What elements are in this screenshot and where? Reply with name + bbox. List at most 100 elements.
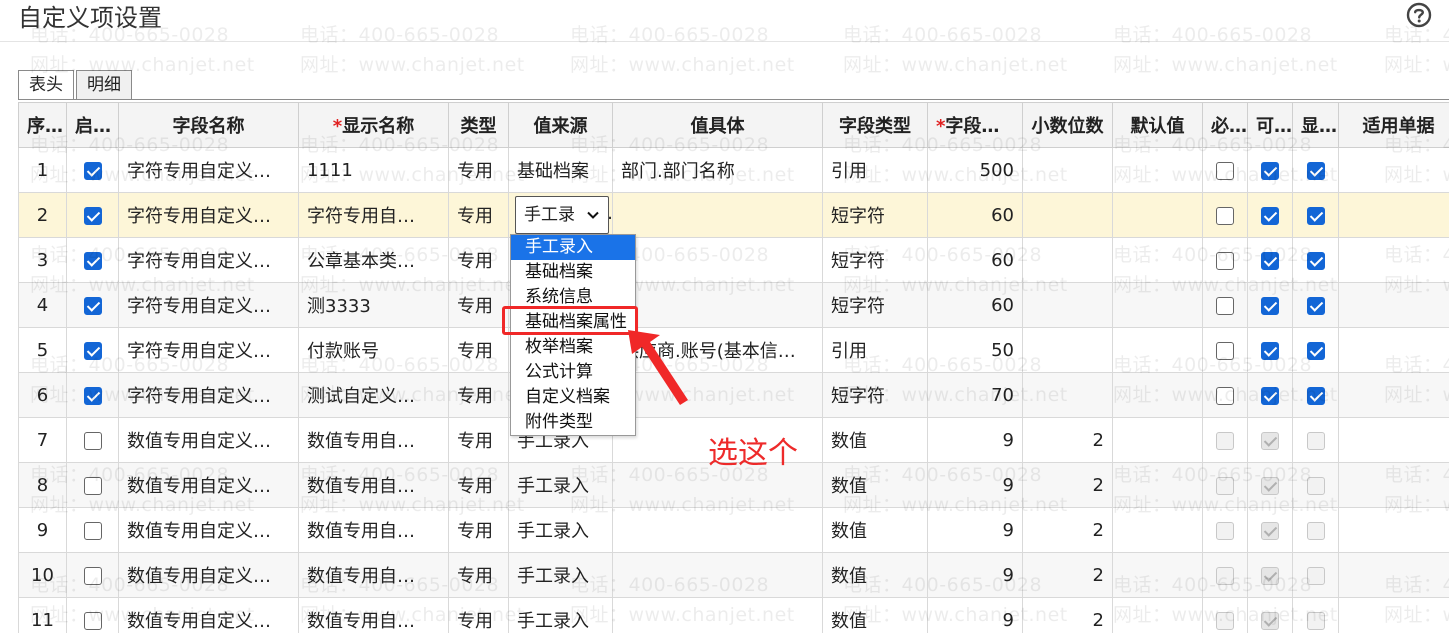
enabled-checkbox[interactable]: [83, 566, 102, 585]
cell-display-name[interactable]: 公章基本类…: [298, 237, 449, 283]
cell-length[interactable]: 60: [927, 282, 1023, 328]
cell-type[interactable]: 专用: [448, 417, 509, 463]
table-row[interactable]: 5 字符专用自定义… 付款账号 专用 供应商.账号(基本信… 引用 50: [18, 327, 1449, 373]
table-row[interactable]: 1 字符专用自定义… 1111 专用 基础档案 部门.部门名称 引用 500: [18, 147, 1449, 193]
visible-checkbox[interactable]: [1306, 296, 1325, 315]
cell-display-name[interactable]: 测试自定义…: [298, 372, 449, 418]
cell-idx[interactable]: 8: [18, 462, 67, 508]
enabled-checkbox[interactable]: [83, 161, 102, 180]
table-row[interactable]: 4 字符专用自定义… 测3333 专用 短字符 60: [18, 282, 1449, 328]
dropdown-option[interactable]: 自定义档案: [511, 385, 635, 410]
table-row[interactable]: 9 数值专用自定义… 数值专用自… 专用 手工录入 数值 9 2: [18, 507, 1449, 553]
cell-value-source[interactable]: 手工录入: [508, 597, 613, 633]
cell-display-name[interactable]: 测3333: [298, 282, 449, 328]
cell-default[interactable]: [1112, 327, 1203, 373]
visible-checkbox[interactable]: [1306, 161, 1325, 180]
cell-type[interactable]: 专用: [448, 597, 509, 633]
column-header-decimals[interactable]: 小数位数: [1022, 102, 1113, 148]
cell-value-detail[interactable]: [612, 372, 823, 418]
tab-header[interactable]: 表头: [18, 70, 74, 100]
cell-value-detail[interactable]: [612, 597, 823, 633]
enabled-checkbox[interactable]: [83, 431, 102, 450]
cell-display-name[interactable]: 数值专用自…: [298, 462, 449, 508]
cell-field-type[interactable]: 短字符: [822, 192, 928, 238]
cell-field-name[interactable]: 字符专用自定义…: [118, 147, 299, 193]
mandatory-checkbox[interactable]: [1216, 251, 1234, 270]
value-source-dropdown[interactable]: 手工录入 基础档案 系统信息 基础档案属性 枚举档案 公式计算 自定义档案 附件类型: [510, 234, 636, 436]
cell-value-detail[interactable]: [612, 282, 823, 328]
cell-field-name[interactable]: 数值专用自定义…: [118, 462, 299, 508]
cell-length[interactable]: 60: [927, 192, 1023, 238]
cell-field-name[interactable]: 字符专用自定义…: [118, 282, 299, 328]
cell-display-name[interactable]: 数值专用自…: [298, 552, 449, 598]
cell-field-type[interactable]: 短字符: [822, 372, 928, 418]
cell-field-name[interactable]: 字符专用自定义…: [118, 372, 299, 418]
editable-checkbox[interactable]: [1261, 386, 1279, 405]
table-row[interactable]: 3 字符专用自定义… 公章基本类… 专用 短字符 60: [18, 237, 1449, 283]
cell-length[interactable]: 70: [927, 372, 1023, 418]
cell-doc[interactable]: [1338, 237, 1449, 283]
cell-value-source[interactable]: 手工录入: [508, 552, 613, 598]
column-header-field-type[interactable]: 字段类型: [822, 102, 928, 148]
cell-length[interactable]: 9: [927, 462, 1023, 508]
cell-length[interactable]: 50: [927, 327, 1023, 373]
column-header-value-detail[interactable]: 值具体: [612, 102, 823, 148]
cell-idx[interactable]: 3: [18, 237, 67, 283]
cell-value-detail[interactable]: 部门.部门名称: [612, 147, 823, 193]
table-row[interactable]: 10 数值专用自定义… 数值专用自… 专用 手工录入 数值 9 2: [18, 552, 1449, 598]
cell-doc[interactable]: [1338, 327, 1449, 373]
cell-length[interactable]: 500: [927, 147, 1023, 193]
cell-length[interactable]: 9: [927, 417, 1023, 463]
cell-type[interactable]: 专用: [448, 507, 509, 553]
cell-doc[interactable]: [1338, 507, 1449, 553]
table-row[interactable]: 6 字符专用自定义… 测试自定义… 专用 短字符 70: [18, 372, 1449, 418]
cell-doc[interactable]: [1338, 597, 1449, 633]
cell-type[interactable]: 专用: [448, 552, 509, 598]
enabled-checkbox[interactable]: [83, 386, 102, 405]
cell-type[interactable]: 专用: [448, 372, 509, 418]
cell-length[interactable]: 9: [927, 552, 1023, 598]
editable-checkbox[interactable]: [1261, 251, 1279, 270]
cell-default[interactable]: [1112, 372, 1203, 418]
enabled-checkbox[interactable]: [83, 611, 102, 630]
cell-decimals[interactable]: 2: [1022, 552, 1113, 598]
cell-type[interactable]: 专用: [448, 237, 509, 283]
editable-checkbox[interactable]: [1261, 161, 1279, 180]
cell-type[interactable]: 专用: [448, 282, 509, 328]
enabled-checkbox[interactable]: [83, 521, 102, 540]
cell-value-detail[interactable]: [612, 237, 823, 283]
cell-field-name[interactable]: 字符专用自定义…: [118, 192, 299, 238]
dropdown-option[interactable]: 公式计算: [511, 360, 635, 385]
cell-decimals[interactable]: 2: [1022, 417, 1113, 463]
column-header-visible[interactable]: 显示: [1292, 102, 1339, 148]
mandatory-checkbox[interactable]: [1216, 206, 1234, 225]
mandatory-checkbox[interactable]: [1216, 341, 1234, 360]
column-header-default[interactable]: 默认值: [1112, 102, 1203, 148]
cell-idx[interactable]: 1: [18, 147, 67, 193]
cell-field-name[interactable]: 数值专用自定义…: [118, 507, 299, 553]
mandatory-checkbox[interactable]: [1216, 161, 1234, 180]
cell-decimals[interactable]: [1022, 282, 1113, 328]
cell-type[interactable]: 专用: [448, 192, 509, 238]
cell-default[interactable]: [1112, 552, 1203, 598]
enabled-checkbox[interactable]: [83, 296, 102, 315]
enabled-checkbox[interactable]: [83, 251, 102, 270]
column-header-length[interactable]: *字段长度: [927, 102, 1023, 148]
help-icon[interactable]: [1406, 2, 1432, 28]
cell-field-name[interactable]: 字符专用自定义…: [118, 237, 299, 283]
cell-decimals[interactable]: 2: [1022, 462, 1113, 508]
cell-decimals[interactable]: [1022, 327, 1113, 373]
column-header-editable[interactable]: 可改: [1247, 102, 1293, 148]
dropdown-option[interactable]: 枚举档案: [511, 335, 635, 360]
cell-idx[interactable]: 7: [18, 417, 67, 463]
cell-field-type[interactable]: 数值: [822, 597, 928, 633]
cell-field-type[interactable]: 数值: [822, 462, 928, 508]
value-source-select[interactable]: 手工录: [515, 196, 609, 234]
cell-value-source[interactable]: 手工录入: [508, 462, 613, 508]
cell-doc[interactable]: [1338, 417, 1449, 463]
visible-checkbox[interactable]: [1306, 251, 1325, 270]
visible-checkbox[interactable]: [1306, 341, 1325, 360]
cell-idx[interactable]: 9: [18, 507, 67, 553]
cell-display-name[interactable]: 数值专用自…: [298, 597, 449, 633]
table-row[interactable]: 2 字符专用自定义… 字符专用自… 专用 手工录 短字符 60: [18, 192, 1449, 238]
